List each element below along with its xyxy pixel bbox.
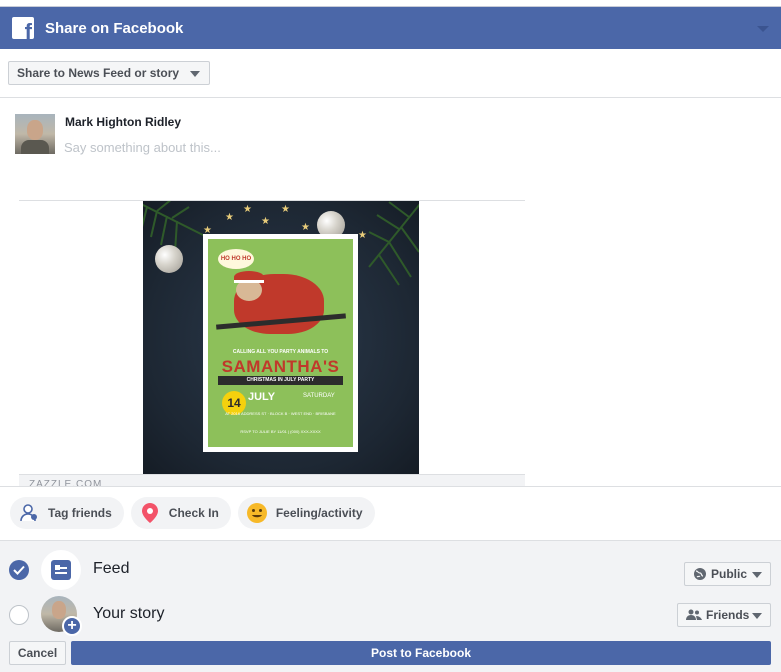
- feeling-activity-label: Feeling/activity: [275, 506, 363, 520]
- tag-friends-label: Tag friends: [48, 506, 112, 520]
- ornament-icon: [155, 245, 183, 273]
- share-target-dropdown[interactable]: Share to News Feed or story: [8, 61, 211, 85]
- facebook-logo-icon: f: [12, 17, 34, 39]
- location-pin-icon: [139, 502, 161, 524]
- speech-bubble: HO HO HO: [218, 249, 254, 269]
- feed-audience-button[interactable]: Public: [684, 562, 771, 586]
- post-button[interactable]: Post to Facebook: [71, 641, 771, 665]
- chevron-down-icon[interactable]: [757, 26, 769, 32]
- tag-friends-button[interactable]: Tag friends: [10, 497, 124, 529]
- feed-radio[interactable]: [9, 560, 29, 580]
- globe-icon: [693, 567, 707, 581]
- avatar: [15, 114, 55, 154]
- story-audience-button[interactable]: Friends: [677, 603, 771, 627]
- feed-label: Feed: [93, 560, 130, 577]
- friends-icon: [686, 609, 702, 621]
- check-in-label: Check In: [168, 506, 219, 520]
- check-in-button[interactable]: Check In: [130, 497, 231, 529]
- cancel-button[interactable]: Cancel: [9, 641, 66, 665]
- status-input[interactable]: [64, 138, 464, 156]
- news-feed-icon: [51, 560, 71, 580]
- card-tagline: CALLING ALL YOU PARTY ANIMALS TO: [232, 349, 329, 355]
- card-ribbon: CHRISTMAS IN JULY PARTY: [218, 376, 343, 385]
- story-radio[interactable]: [9, 605, 29, 625]
- share-target-label: Share to News Feed or story: [17, 66, 180, 80]
- story-label: Your story: [93, 605, 165, 622]
- invitation-card: HO HO HO CALLING ALL YOU PARTY ANIMALS T…: [203, 234, 358, 452]
- smiley-icon: [246, 502, 268, 524]
- composer-actions: Tag friends Check In Feeling/activity: [10, 497, 375, 529]
- card-rsvp: RSVP TO JULIE BY 11/01 | (000) XXX-XXXX: [240, 429, 321, 434]
- feed-audience-label: Public: [711, 567, 748, 581]
- caret-down-icon: [752, 613, 762, 619]
- card-weekday: SATURDAY: [303, 393, 335, 399]
- user-name: Mark Highton Ridley: [65, 115, 182, 129]
- link-preview[interactable]: ★ ★ ★ ★ ★ ★ ★ HO HO HO CALLING ALL YOU P…: [19, 200, 525, 487]
- dialog-header: f Share on Facebook: [0, 7, 781, 49]
- feed-icon-wrap: [41, 550, 81, 590]
- divider: [0, 486, 781, 487]
- dialog-title: Share on Facebook: [45, 19, 184, 37]
- card-month: JULY: [248, 391, 276, 403]
- caret-down-icon: [190, 71, 201, 77]
- story-audience-label: Friends: [706, 608, 750, 622]
- preview-image: ★ ★ ★ ★ ★ ★ ★ HO HO HO CALLING ALL YOU P…: [143, 201, 419, 474]
- caret-down-icon: [752, 572, 762, 578]
- card-address: AT 2016 ADDRESS ST · BLOCK B · WEST END …: [225, 411, 336, 416]
- divider: [0, 97, 781, 98]
- add-story-icon: +: [62, 616, 82, 636]
- card-name: SAMANTHA'S: [221, 357, 340, 376]
- feeling-activity-button[interactable]: Feeling/activity: [237, 497, 375, 529]
- window-top-strip: [0, 0, 781, 7]
- tag-friends-icon: [18, 502, 40, 524]
- check-icon: [13, 565, 25, 575]
